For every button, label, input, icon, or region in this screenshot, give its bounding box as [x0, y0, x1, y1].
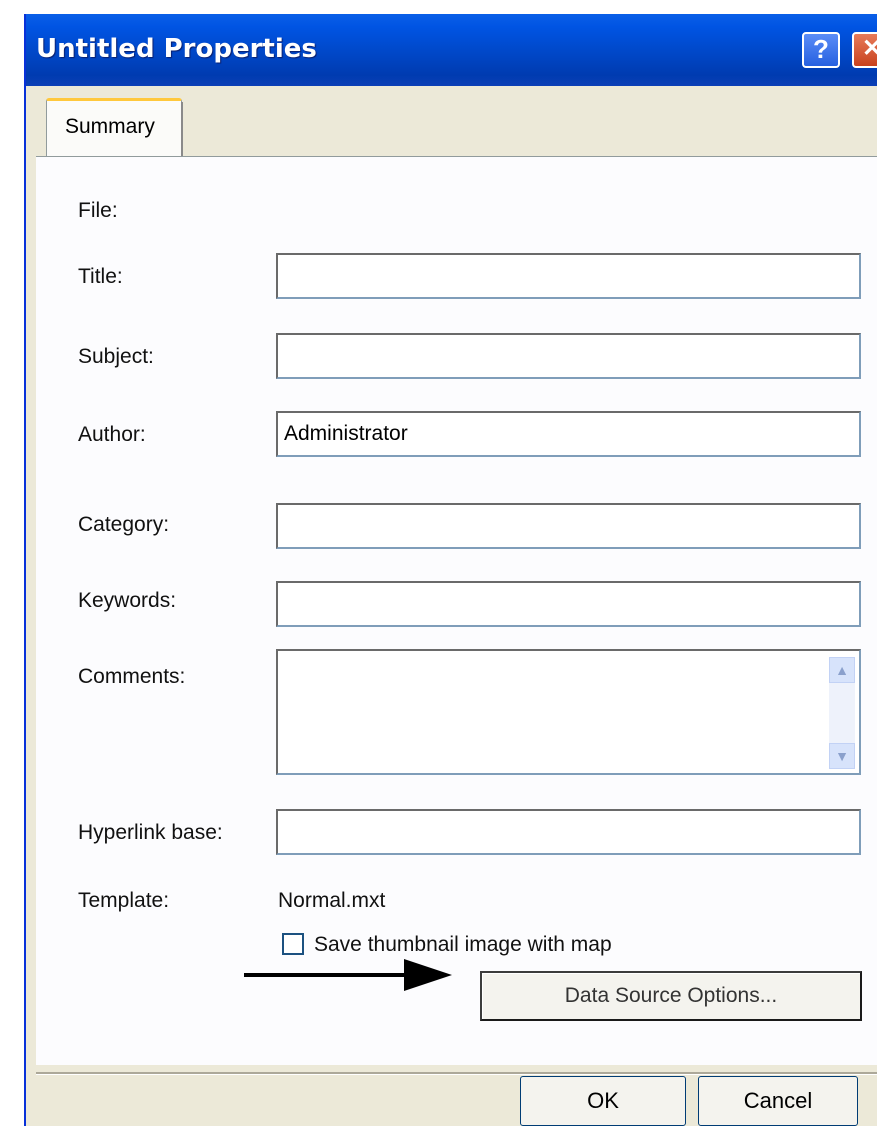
- subject-label: Subject:: [78, 345, 154, 368]
- author-label: Author:: [78, 423, 146, 446]
- tab-divider: [181, 102, 183, 156]
- summary-panel: File: Title: Subject: Author: Category: …: [36, 156, 877, 1065]
- cancel-button[interactable]: Cancel: [698, 1076, 858, 1126]
- data-source-options-button[interactable]: Data Source Options...: [480, 971, 862, 1021]
- scroll-down-icon[interactable]: ▼: [829, 743, 855, 769]
- comments-scrollbar[interactable]: ▲ ▼: [829, 657, 855, 769]
- hyperlink-base-field[interactable]: [276, 809, 861, 855]
- hyperlink-base-label: Hyperlink base:: [78, 821, 223, 844]
- template-value: Normal.mxt: [278, 889, 386, 912]
- title-bar[interactable]: Untitled Properties ? ✕: [26, 14, 877, 86]
- comments-label: Comments:: [78, 665, 186, 688]
- scroll-up-icon[interactable]: ▲: [829, 657, 855, 683]
- author-field[interactable]: [276, 411, 861, 457]
- category-label: Category:: [78, 513, 170, 536]
- tab-strip: Summary: [36, 98, 877, 158]
- keywords-field[interactable]: [276, 581, 861, 627]
- properties-dialog: Untitled Properties ? ✕ Summary File: Ti…: [24, 14, 877, 1126]
- template-label: Template:: [78, 889, 170, 912]
- ok-button[interactable]: OK: [520, 1076, 686, 1126]
- title-label: Title:: [78, 265, 123, 288]
- file-label: File:: [78, 199, 118, 222]
- help-button[interactable]: ?: [802, 32, 840, 68]
- tab-summary[interactable]: Summary: [46, 98, 182, 158]
- pointer-arrow-icon: [244, 959, 452, 991]
- keywords-label: Keywords:: [78, 589, 177, 612]
- tab-summary-label: Summary: [65, 115, 155, 138]
- subject-field[interactable]: [276, 333, 861, 379]
- save-thumbnail-label[interactable]: Save thumbnail image with map: [314, 933, 612, 957]
- category-field[interactable]: [276, 503, 861, 549]
- title-field[interactable]: [276, 253, 861, 299]
- footer-separator: [36, 1072, 877, 1075]
- close-button[interactable]: ✕: [852, 32, 877, 68]
- save-thumbnail-checkbox[interactable]: [282, 933, 304, 955]
- comments-textarea[interactable]: ▲ ▼: [276, 649, 861, 775]
- window-title: Untitled Properties: [36, 34, 317, 64]
